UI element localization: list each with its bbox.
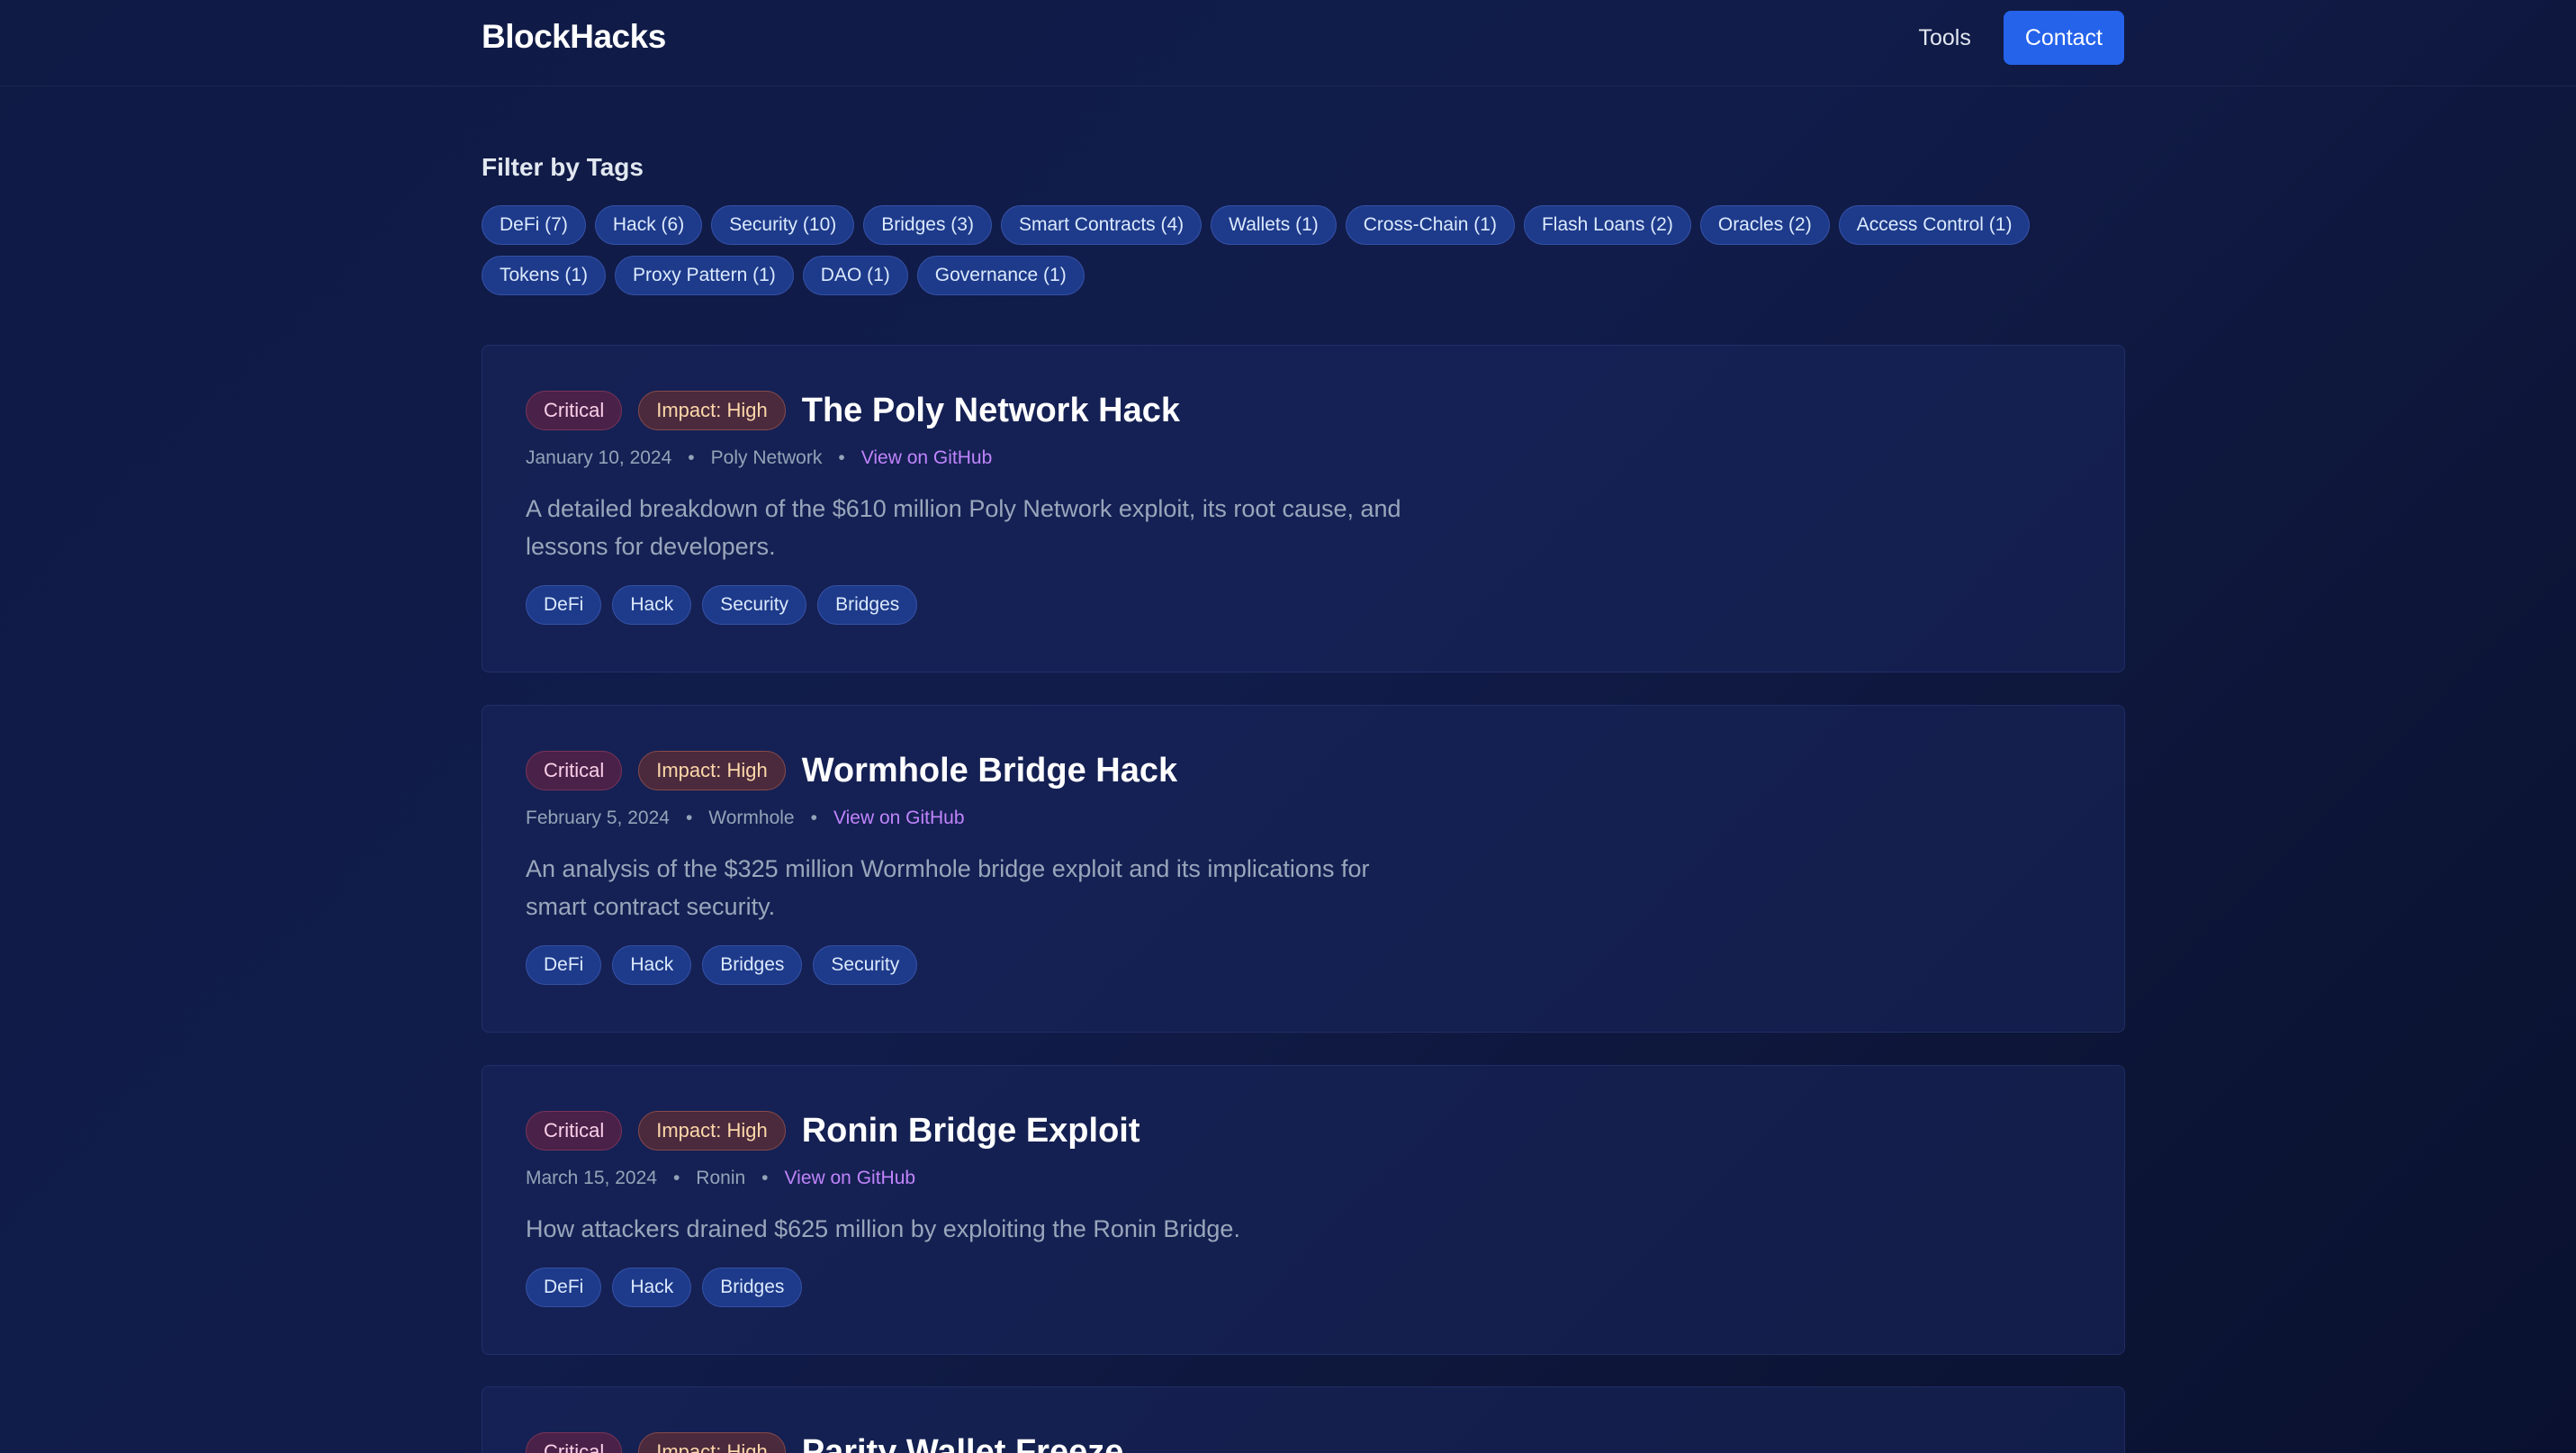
separator-dot: • xyxy=(685,808,693,828)
filter-tag[interactable]: Wallets (1) xyxy=(1211,205,1337,245)
separator-dot: • xyxy=(838,447,845,468)
github-link[interactable]: View on GitHub xyxy=(833,808,965,829)
severity-badge: Critical xyxy=(526,1432,623,1453)
post-meta: February 5, 2024 • Wormhole • View on Gi… xyxy=(526,805,2081,832)
post-description: An analysis of the $325 million Wormhole… xyxy=(526,855,1370,920)
contact-button[interactable]: Contact xyxy=(2003,11,2124,65)
post-card: Critical Impact: High Ronin Bridge Explo… xyxy=(482,1065,2125,1355)
post-description: A detailed breakdown of the $610 million… xyxy=(526,495,1401,560)
filter-tag[interactable]: Security (10) xyxy=(711,205,855,245)
post-tag-list: DeFi Hack Bridges Security xyxy=(526,945,2081,985)
separator-dot: • xyxy=(672,1168,680,1188)
filter-tag[interactable]: Flash Loans (2) xyxy=(1523,205,1691,245)
severity-badge: Critical xyxy=(526,391,623,430)
post-title[interactable]: The Poly Network Hack xyxy=(802,392,1180,430)
nav-links: Tools Contact xyxy=(1918,11,2124,65)
post-meta: March 15, 2024 • Ronin • View on GitHub xyxy=(526,1165,2081,1192)
post-tag[interactable]: Hack xyxy=(612,585,692,625)
github-link[interactable]: View on GitHub xyxy=(861,447,993,469)
post-card: Critical Impact: High Parity Wallet Free… xyxy=(482,1386,2125,1453)
post-tag[interactable]: DeFi xyxy=(526,945,602,985)
post-title[interactable]: Wormhole Bridge Hack xyxy=(802,752,1177,790)
filter-tag[interactable]: Bridges (3) xyxy=(863,205,992,245)
post-header: Critical Impact: High Ronin Bridge Explo… xyxy=(526,1109,2081,1152)
filter-tag[interactable]: Oracles (2) xyxy=(1699,205,1830,245)
severity-badge: Critical xyxy=(526,751,623,790)
post-tag[interactable]: Security xyxy=(702,585,807,625)
impact-badge: Impact: High xyxy=(638,1111,786,1151)
filter-tag[interactable]: Access Control (1) xyxy=(1838,205,2031,245)
post-title[interactable]: Parity Wallet Freeze xyxy=(802,1433,1124,1453)
post-meta: January 10, 2024 • Poly Network • View o… xyxy=(526,445,2081,472)
filter-tag[interactable]: Tokens (1) xyxy=(482,256,607,295)
post-tag[interactable]: Bridges xyxy=(817,585,918,625)
github-link[interactable]: View on GitHub xyxy=(785,1168,916,1189)
post-header: Critical Impact: High Wormhole Bridge Ha… xyxy=(526,749,2081,792)
impact-badge: Impact: High xyxy=(638,751,786,790)
post-description: How attackers drained $625 million by ex… xyxy=(526,1215,1240,1242)
nav-tools-link[interactable]: Tools xyxy=(1918,25,1970,51)
post-title[interactable]: Ronin Bridge Exploit xyxy=(802,1112,1140,1151)
post-tag[interactable]: Bridges xyxy=(702,945,803,985)
post-tag[interactable]: Bridges xyxy=(702,1268,803,1307)
post-project: Ronin xyxy=(696,1168,746,1188)
separator-dot: • xyxy=(688,447,695,468)
post-date: March 15, 2024 xyxy=(526,1168,657,1188)
post-tag[interactable]: Security xyxy=(813,945,918,985)
filter-section: Filter by Tags DeFi (7) Hack (6) Securit… xyxy=(482,153,2125,295)
filter-tag[interactable]: Proxy Pattern (1) xyxy=(615,256,794,295)
post-date: January 10, 2024 xyxy=(526,447,672,468)
post-tag[interactable]: Hack xyxy=(612,945,692,985)
post-tag-list: DeFi Hack Security Bridges xyxy=(526,585,2081,625)
post-tag[interactable]: DeFi xyxy=(526,585,602,625)
post-tag[interactable]: DeFi xyxy=(526,1268,602,1307)
post-card: Critical Impact: High Wormhole Bridge Ha… xyxy=(482,705,2125,1033)
filter-tag-list: DeFi (7) Hack (6) Security (10) Bridges … xyxy=(482,205,2125,295)
impact-badge: Impact: High xyxy=(638,1432,786,1453)
filter-tag[interactable]: Governance (1) xyxy=(916,256,1085,295)
post-tag-list: DeFi Hack Bridges xyxy=(526,1268,2081,1307)
filter-tag[interactable]: DAO (1) xyxy=(802,256,908,295)
post-date: February 5, 2024 xyxy=(526,808,670,828)
separator-dot: • xyxy=(761,1168,769,1188)
post-card: Critical Impact: High The Poly Network H… xyxy=(482,345,2125,672)
navbar: BlockHacks Tools Contact xyxy=(0,0,2576,86)
post-header: Critical Impact: High Parity Wallet Free… xyxy=(526,1430,2081,1453)
filter-tag[interactable]: Smart Contracts (4) xyxy=(1000,205,1202,245)
post-header: Critical Impact: High The Poly Network H… xyxy=(526,389,2081,432)
filter-tag[interactable]: DeFi (7) xyxy=(482,205,586,245)
impact-badge: Impact: High xyxy=(638,391,786,430)
brand-logo[interactable]: BlockHacks xyxy=(482,18,666,56)
post-project: Poly Network xyxy=(710,447,823,468)
post-project: Wormhole xyxy=(708,808,795,828)
severity-badge: Critical xyxy=(526,1111,623,1151)
filter-tag[interactable]: Hack (6) xyxy=(594,205,703,245)
filter-title: Filter by Tags xyxy=(482,153,644,181)
separator-dot: • xyxy=(810,808,817,828)
filter-tag[interactable]: Cross-Chain (1) xyxy=(1345,205,1515,245)
post-tag[interactable]: Hack xyxy=(612,1268,692,1307)
